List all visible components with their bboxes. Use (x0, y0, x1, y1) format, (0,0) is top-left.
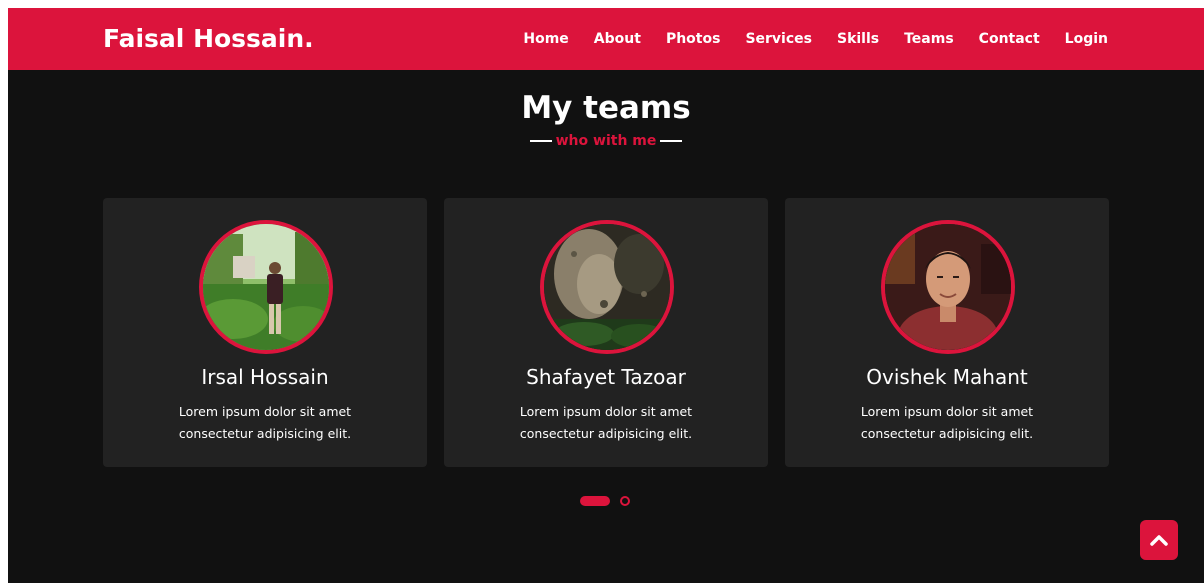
carousel-dot[interactable] (620, 496, 630, 506)
nav-item-login[interactable]: Login (1065, 30, 1108, 48)
nav-item-about[interactable]: About (594, 30, 641, 48)
member-name: Shafayet Tazoar (526, 365, 686, 389)
section-subtitle-row: who with me (8, 132, 1204, 150)
avatar (540, 220, 674, 354)
nav-menu: Home About Photos Services Skills Teams … (523, 30, 1108, 48)
nav-item-skills[interactable]: Skills (837, 30, 879, 48)
brand-logo[interactable]: Faisal Hossain. (103, 22, 314, 56)
chevron-up-icon (1150, 535, 1168, 546)
subtitle-divider-left (529, 140, 552, 142)
carousel-pagination (580, 496, 630, 506)
team-card: Irsal Hossain Lorem ipsum dolor sit amet… (103, 198, 427, 467)
team-card: Ovishek Mahant Lorem ipsum dolor sit ame… (785, 198, 1109, 467)
avatar (881, 220, 1015, 354)
team-member-photo (885, 224, 1011, 350)
nav-item-photos[interactable]: Photos (666, 30, 721, 48)
carousel-dot-active[interactable] (580, 496, 610, 506)
avatar (199, 220, 333, 354)
team-card: Shafayet Tazoar Lorem ipsum dolor sit am… (444, 198, 768, 467)
section-title: My teams (521, 90, 691, 126)
nav-item-contact[interactable]: Contact (979, 30, 1040, 48)
nav-item-home[interactable]: Home (523, 30, 568, 48)
nav-item-teams[interactable]: Teams (904, 30, 954, 48)
member-description: Lorem ipsum dolor sit amet consectetur a… (178, 404, 352, 441)
navbar: Faisal Hossain. Home About Photos Servic… (8, 8, 1204, 70)
team-member-photo (544, 224, 670, 350)
page-viewport: Faisal Hossain. Home About Photos Servic… (8, 8, 1204, 583)
member-description: Lorem ipsum dolor sit amet consectetur a… (519, 404, 693, 441)
team-carousel: Irsal Hossain Lorem ipsum dolor sit amet… (103, 198, 1109, 468)
subtitle-divider-right (660, 140, 683, 142)
section-subtitle: who with me (555, 133, 657, 149)
scroll-top-button[interactable] (1140, 520, 1178, 560)
team-member-photo (203, 224, 329, 350)
member-description: Lorem ipsum dolor sit amet consectetur a… (860, 404, 1034, 441)
nav-item-services[interactable]: Services (745, 30, 812, 48)
member-name: Irsal Hossain (201, 365, 329, 389)
member-name: Ovishek Mahant (866, 365, 1028, 389)
